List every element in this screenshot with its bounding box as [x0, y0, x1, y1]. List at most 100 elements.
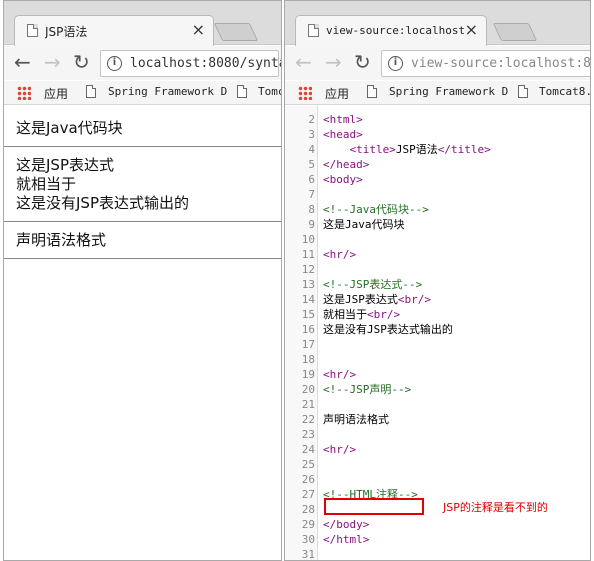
source-line: 24 <hr/> — [285, 442, 590, 457]
source-code: </body> — [323, 517, 369, 532]
source-line: 7 — [285, 187, 590, 202]
left-browser-window: JSP语法 × ← → ↻ i localhost:8080/syntax. 应… — [3, 0, 282, 561]
html-tag: <hr/> — [323, 368, 357, 381]
source-code: 就相当于<br/> — [323, 307, 400, 322]
bookmark-apps[interactable]: 应用 — [44, 85, 68, 102]
html-tag: <br/> — [367, 308, 401, 321]
bookmarks-bar: 应用 Spring Framework D Tomc — [4, 81, 281, 105]
bookmark-tomcat[interactable]: Tomc — [258, 85, 281, 98]
navigation-bar: ← → ↻ i view-source:localhost:8080/ — [285, 46, 590, 80]
apps-grid-icon[interactable] — [17, 86, 31, 100]
bookmark-tomcat[interactable]: Tomcat8.5 — [539, 85, 590, 98]
expression-line-2: 就相当于 — [16, 175, 77, 193]
html-comment: <!--JSP声明--> — [323, 383, 412, 396]
line-number: 9 — [308, 218, 315, 231]
line-number: 12 — [301, 263, 315, 276]
bookmark-apps[interactable]: 应用 — [325, 85, 349, 102]
line-number: 25 — [301, 458, 315, 471]
source-code: <title>JSP语法</title> — [323, 142, 491, 157]
line-number: 14 — [301, 293, 315, 306]
line-number: 29 — [301, 518, 315, 531]
tab-jsp-syntax[interactable]: JSP语法 × — [14, 15, 214, 46]
text-node: 这是Java代码块 — [323, 218, 405, 231]
source-line: 8 <!--Java代码块--> — [285, 202, 590, 217]
source-code: </head> — [323, 157, 369, 172]
line-number: 19 — [301, 368, 315, 381]
new-tab-button[interactable] — [492, 23, 538, 41]
html-tag: </head> — [323, 158, 370, 171]
page-icon — [27, 24, 38, 37]
source-line: 16 这是没有JSP表达式输出的 — [285, 322, 590, 337]
source-code: <body> — [323, 172, 363, 187]
tab-title: JSP语法 — [45, 25, 88, 39]
source-code: </html> — [323, 532, 369, 547]
source-code: <hr/> — [323, 247, 356, 262]
page-icon — [86, 85, 96, 98]
forward-arrow-icon[interactable]: → — [325, 52, 342, 72]
source-line: 23 — [285, 427, 590, 442]
source-line: 20 <!--JSP声明--> — [285, 382, 590, 397]
source-line: 25 — [285, 457, 590, 472]
text-node: 这是JSP表达式 — [323, 293, 398, 306]
navigation-bar: ← → ↻ i localhost:8080/syntax. — [4, 46, 281, 80]
line-number: 18 — [301, 353, 315, 366]
expression-line-3: 这是没有JSP表达式输出的 — [16, 194, 189, 212]
source-line: 11 <hr/> — [285, 247, 590, 262]
line-number: 28 — [301, 503, 315, 516]
line-number: 20 — [301, 383, 315, 396]
html-tag: <head> — [323, 128, 363, 141]
source-line: 30 </html> — [285, 532, 590, 547]
source-code: 这是Java代码块 — [323, 217, 405, 232]
line-number: 10 — [301, 233, 315, 246]
reload-icon[interactable]: ↻ — [354, 52, 371, 72]
html-comment: <!--JSP表达式--> — [323, 278, 423, 291]
bookmarks-bar: 应用 Spring Framework D Tomcat8.5 — [285, 81, 590, 105]
new-tab-button[interactable] — [213, 23, 259, 41]
info-icon[interactable]: i — [107, 56, 122, 71]
html-tag: <br/> — [397, 293, 431, 306]
html-tag: <body> — [323, 173, 363, 186]
info-icon[interactable]: i — [388, 56, 403, 71]
forward-arrow-icon[interactable]: → — [44, 52, 61, 72]
line-number: 31 — [301, 548, 315, 561]
back-arrow-icon[interactable]: ← — [14, 52, 31, 72]
divider — [4, 146, 281, 147]
html-tag: </title> — [437, 143, 491, 156]
line-number: 26 — [301, 473, 315, 486]
divider — [4, 258, 281, 259]
annotation-text: JSP的注释是看不到的 — [443, 501, 548, 514]
divider — [4, 221, 281, 222]
line-number: 11 — [301, 248, 315, 261]
address-bar[interactable]: i localhost:8080/syntax. — [100, 50, 281, 77]
text-node: 这是没有JSP表达式输出的 — [323, 323, 453, 336]
source-line: 5 </head> — [285, 157, 590, 172]
url-text: view-source:localhost:8080/ — [411, 56, 591, 71]
source-line: 12 — [285, 262, 590, 277]
bookmark-spring[interactable]: Spring Framework D — [108, 85, 227, 98]
source-code: 声明语法格式 — [323, 412, 389, 427]
line-number: 16 — [301, 323, 315, 336]
source-line: 6 <body> — [285, 172, 590, 187]
html-tag: <title> — [349, 143, 396, 156]
source-code-listing: 2 <html> 3 <head> 4 <title>JSP语法</title> 5 </h… — [285, 106, 590, 560]
source-code: <!--JSP表达式--> — [323, 277, 422, 292]
reload-icon[interactable]: ↻ — [73, 52, 90, 72]
source-code: <!--Java代码块--> — [323, 202, 429, 217]
line-number: 27 — [301, 488, 315, 501]
close-icon[interactable]: × — [192, 20, 205, 39]
source-view: 2 <html> 3 <head> 4 <title>JSP语法</title> 5 </h… — [285, 106, 590, 560]
back-arrow-icon[interactable]: ← — [295, 52, 312, 72]
line-number: 17 — [301, 338, 315, 351]
bookmark-spring[interactable]: Spring Framework D — [389, 85, 508, 98]
line-number: 23 — [301, 428, 315, 441]
html-tag: <html> — [323, 113, 363, 126]
address-bar[interactable]: i view-source:localhost:8080/ — [381, 50, 591, 77]
html-tag: </body> — [323, 518, 370, 531]
line-number: 21 — [301, 398, 315, 411]
tab-view-source[interactable]: view-source:localhost: × — [295, 15, 487, 46]
html-tag: <hr/> — [323, 248, 357, 261]
tab-title: view-source:localhost: — [326, 24, 466, 37]
apps-grid-icon[interactable] — [298, 86, 312, 100]
close-icon[interactable]: × — [465, 20, 478, 39]
line-number: 2 — [308, 113, 315, 126]
